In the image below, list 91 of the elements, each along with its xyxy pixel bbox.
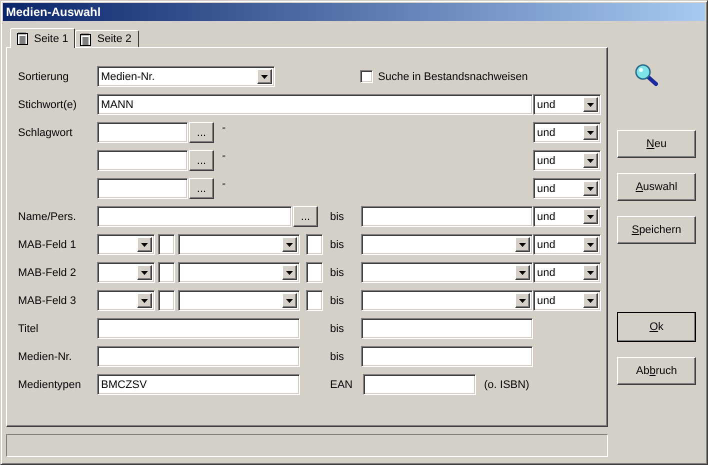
operator-dropdown[interactable]: und	[533, 178, 601, 199]
text-field[interactable]	[363, 374, 476, 395]
caret-icon	[141, 298, 148, 302]
caret-icon	[141, 270, 148, 274]
browse-button[interactable]: ...	[189, 122, 214, 143]
caret-icon	[286, 298, 293, 302]
text-field[interactable]	[306, 262, 323, 283]
window-title: Medien-Auswahl	[6, 5, 101, 19]
operator-dropdown[interactable]: und	[533, 206, 601, 227]
field-label: bis	[330, 350, 346, 362]
browse-button[interactable]: ...	[293, 206, 318, 227]
field-label: Titel	[18, 322, 38, 334]
field-label: Stichwort(e)	[18, 98, 77, 110]
dropdown[interactable]	[97, 262, 155, 283]
command-button[interactable]: Abbruch	[617, 357, 696, 385]
tab[interactable]: Seite 1	[10, 28, 76, 48]
dropdown[interactable]	[361, 262, 533, 283]
notepad-icon	[17, 32, 28, 45]
field-label: MAB-Feld 1	[18, 238, 76, 250]
sort-dropdown[interactable]: Medien-Nr.	[97, 66, 275, 87]
operator-dropdown[interactable]: und	[533, 234, 601, 255]
field-label: Medientypen	[18, 378, 81, 390]
caret-icon	[519, 270, 526, 274]
caret-icon	[587, 102, 594, 106]
text-field[interactable]	[306, 234, 323, 255]
dropdown[interactable]	[178, 290, 300, 311]
tab[interactable]: Seite 2	[75, 30, 138, 47]
separator-text: -	[222, 150, 226, 162]
text-field[interactable]	[97, 150, 188, 171]
operator-dropdown[interactable]: und	[533, 150, 601, 171]
field-label: MAB-Feld 3	[18, 294, 76, 306]
operator-dropdown[interactable]: und	[533, 94, 601, 115]
text-field[interactable]	[158, 234, 175, 255]
text-field[interactable]	[158, 290, 175, 311]
text-field[interactable]: BMCZSV	[97, 374, 300, 395]
field-label: Schlagwort	[18, 126, 72, 138]
checkbox[interactable]	[360, 70, 373, 83]
text-field[interactable]: MANN	[97, 94, 533, 115]
text-field[interactable]	[97, 346, 300, 367]
field-label: MAB-Feld 2	[18, 266, 76, 278]
caret-icon	[261, 74, 268, 78]
hint-text: (o. ISBN)	[484, 378, 530, 390]
command-button[interactable]: Neu	[617, 130, 696, 158]
caret-icon	[286, 242, 293, 246]
command-button[interactable]: Auswahl	[617, 173, 696, 201]
operator-dropdown[interactable]: und	[533, 262, 601, 283]
command-button[interactable]: Ok	[617, 312, 696, 342]
field-label: bis	[330, 322, 346, 334]
caret-icon	[587, 186, 594, 190]
dropdown[interactable]	[97, 234, 155, 255]
browse-button[interactable]: ...	[189, 150, 214, 171]
caret-icon	[519, 298, 526, 302]
command-button[interactable]: Speichern	[617, 216, 696, 244]
field-label: bis	[330, 294, 346, 306]
dropdown[interactable]	[361, 290, 533, 311]
operator-dropdown[interactable]: und	[533, 122, 601, 143]
caret-icon	[141, 242, 148, 246]
dropdown[interactable]	[361, 234, 533, 255]
text-field[interactable]	[361, 318, 533, 339]
text-field[interactable]	[361, 346, 533, 367]
field-label: bis	[330, 238, 346, 250]
text-field[interactable]	[306, 290, 323, 311]
magnifier-icon	[634, 63, 658, 87]
field-label: bis	[330, 210, 346, 222]
caret-icon	[587, 298, 594, 302]
caret-icon	[519, 242, 526, 246]
browse-button[interactable]: ...	[189, 178, 214, 199]
operator-dropdown[interactable]: und	[533, 290, 601, 311]
dropdown[interactable]	[97, 290, 155, 311]
field-label: EAN	[330, 378, 354, 390]
dropdown[interactable]	[178, 262, 300, 283]
caret-icon	[286, 270, 293, 274]
caret-icon	[587, 158, 594, 162]
field-label: Name/Pers.	[18, 210, 76, 222]
text-field[interactable]	[97, 318, 300, 339]
separator-text: -	[222, 122, 226, 134]
text-field[interactable]	[361, 206, 533, 227]
text-field[interactable]	[158, 262, 175, 283]
text-field[interactable]	[97, 178, 188, 199]
caret-icon	[587, 214, 594, 218]
dropdown[interactable]	[178, 234, 300, 255]
checkbox-label: Suche in Bestandsnachweisen	[378, 70, 528, 82]
separator-text: -	[222, 178, 226, 190]
field-label: bis	[330, 266, 346, 278]
field-label: Medien-Nr.	[18, 350, 72, 362]
text-field[interactable]	[97, 206, 292, 227]
text-field[interactable]	[97, 122, 188, 143]
caret-icon	[587, 242, 594, 246]
field-label: Sortierung	[18, 70, 69, 82]
caret-icon	[587, 130, 594, 134]
caret-icon	[587, 270, 594, 274]
